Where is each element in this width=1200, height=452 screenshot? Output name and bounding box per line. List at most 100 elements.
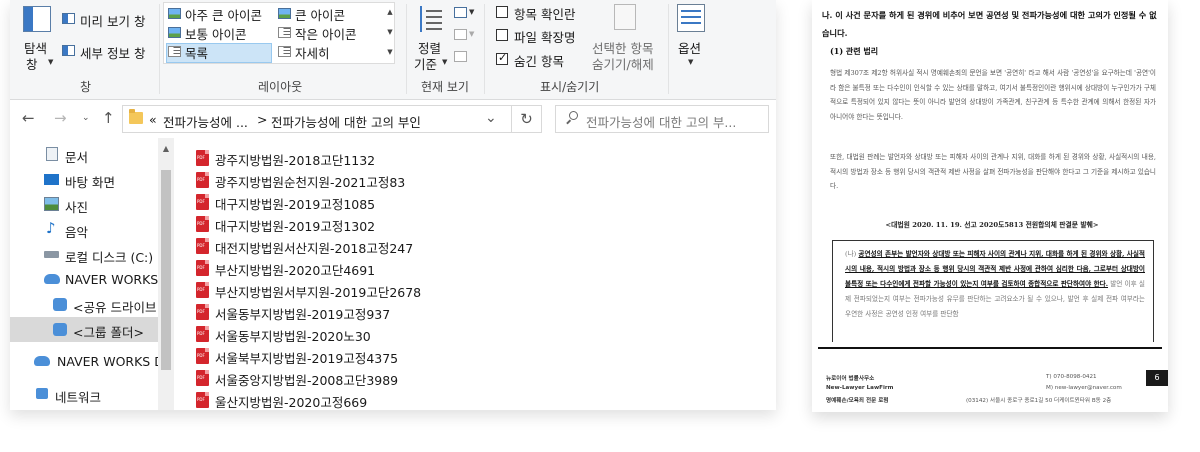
- layout-extra-large-icons[interactable]: 아주 큰 아이콘: [166, 5, 274, 23]
- pdf-file-icon: [196, 150, 209, 166]
- sidebar-item-documents[interactable]: 문서: [10, 142, 158, 167]
- file-item[interactable]: 부산지방법원-2020고단4691: [196, 257, 526, 279]
- search-icon: [566, 111, 580, 125]
- recent-locations-chevron-icon[interactable]: ⌄: [82, 113, 90, 123]
- sidebar-item-desktop[interactable]: 바탕 화면: [10, 167, 158, 192]
- sidebar-item-music[interactable]: ♪ 음악: [10, 217, 158, 242]
- footer-firm-english: New-Lawyer LawFirm: [826, 385, 894, 391]
- pdf-file-icon: [196, 238, 209, 254]
- footer-phone: T) 070-8098-0421: [1046, 374, 1097, 380]
- sidebar-item-label: NAVER WORKS: [65, 272, 158, 287]
- item-checkboxes-checkbox[interactable]: [496, 6, 508, 18]
- file-item[interactable]: 부산지방법원서부지원-2019고단2678: [196, 279, 526, 301]
- sidebar-item-network[interactable]: 네트워크: [10, 382, 158, 407]
- size-columns-icon: [454, 51, 467, 62]
- layout-small-icons[interactable]: 작은 아이콘: [276, 24, 384, 42]
- pdf-file-icon: [196, 216, 209, 232]
- music-note-icon: ♪: [46, 219, 56, 237]
- hide-selected-button[interactable]: 선택한 항목 숨기기/해제: [586, 4, 670, 74]
- layout-item-label: 작은 아이콘: [295, 27, 357, 42]
- desktop-icon: [44, 174, 59, 185]
- group-by-icon: [454, 7, 467, 18]
- layout-details[interactable]: 자세히: [276, 43, 384, 61]
- preview-pane-icon: [62, 13, 75, 24]
- sidebar-item-naver-works[interactable]: NAVER WORKS: [10, 267, 158, 292]
- file-item[interactable]: 서울동부지방법원-2020노30: [196, 323, 526, 345]
- file-item[interactable]: 광주지방법원-2018고단1132: [196, 147, 526, 169]
- file-item[interactable]: 대구지방법원-2019고정1085: [196, 191, 526, 213]
- file-item[interactable]: 울산지방법원-2020고정669: [196, 389, 526, 410]
- file-item[interactable]: 광주지방법원순천지원-2021고정83: [196, 169, 526, 191]
- cloud-icon: [44, 274, 60, 284]
- options-button[interactable]: 옵션 ▼: [672, 2, 712, 74]
- group-by-button[interactable]: ▼: [452, 4, 478, 22]
- sidebar-item-pictures[interactable]: 사진: [10, 192, 158, 217]
- file-item[interactable]: 서울동부지방법원-2019고정937: [196, 301, 526, 323]
- file-name: 광주지방법원-2018고단1132: [215, 153, 376, 168]
- navigation-pane-button[interactable]: 탐색 창 ▼: [18, 2, 58, 72]
- layout-item-label: 목록: [185, 46, 209, 61]
- breadcrumb-separator[interactable]: >: [257, 112, 267, 127]
- hide-selected-icon: [614, 4, 636, 30]
- navigation-bar: ← → ⌄ ↑ « 전파가능성에 ... > 전파가능성에 대한 고의 부인 ⌄…: [10, 101, 776, 137]
- pdf-file-icon: [196, 348, 209, 364]
- document-icon: [46, 147, 58, 161]
- scrollbar-thumb[interactable]: [161, 170, 171, 370]
- chevron-up-icon[interactable]: ▲: [385, 2, 395, 22]
- navigation-pane: 문서 바탕 화면 사진 ♪ 음악 로컬 디스크 (C:) NAVER WORKS…: [10, 138, 174, 410]
- chevron-down-icon: ▼: [469, 8, 475, 16]
- item-checkboxes-toggle[interactable]: 항목 확인란: [494, 4, 594, 22]
- hidden-items-toggle[interactable]: 숨긴 항목: [494, 51, 594, 69]
- search-box[interactable]: 전파가능성에 대한 고의 부...: [555, 105, 769, 133]
- chevron-down-icon[interactable]: ▼: [385, 22, 395, 42]
- file-extensions-checkbox[interactable]: [496, 29, 508, 41]
- refresh-icon[interactable]: ↻: [512, 105, 542, 133]
- layout-medium-icons[interactable]: 보통 아이콘: [166, 24, 274, 42]
- file-item[interactable]: 서울중앙지방법원-2008고단3989: [196, 367, 526, 389]
- sidebar-item-group-folder[interactable]: <그룹 폴더>: [10, 317, 158, 342]
- large-icons-icon: [278, 8, 291, 19]
- file-name: 서울동부지방법원-2019고정937: [215, 307, 391, 322]
- page-number: 6: [1146, 370, 1168, 386]
- back-arrow-icon[interactable]: ←: [22, 109, 35, 127]
- sidebar-item-shared-drive[interactable]: <공유 드라이브: [10, 292, 158, 317]
- sidebar-scrollbar[interactable]: ▲: [158, 138, 174, 410]
- up-arrow-icon[interactable]: ↑: [102, 109, 115, 127]
- navigation-pane-icon: [23, 6, 51, 32]
- address-bar[interactable]: « 전파가능성에 ... > 전파가능성에 대한 고의 부인 ⌄: [122, 105, 512, 133]
- file-item[interactable]: 서울북부지방법원-2019고정4375: [196, 345, 526, 367]
- breadcrumb-parent[interactable]: 전파가능성에 ...: [163, 112, 248, 131]
- breadcrumb-current[interactable]: 전파가능성에 대한 고의 부인: [271, 112, 421, 131]
- file-name: 광주지방법원순천지원-2021고정83: [215, 175, 406, 190]
- sort-label-2: 기준: [414, 57, 438, 72]
- preview-pane-button[interactable]: 미리 보기 창: [60, 10, 156, 30]
- hide-selected-label-2: 숨기기/해제: [592, 57, 654, 72]
- sort-icon: [416, 4, 446, 34]
- ribbon-divider: [159, 4, 160, 94]
- hidden-items-checkbox[interactable]: [496, 51, 508, 65]
- sidebar-item-local-disk[interactable]: 로컬 디스크 (C:): [10, 242, 158, 267]
- expand-gallery-icon[interactable]: ▼: [385, 42, 395, 62]
- layout-list[interactable]: 목록: [166, 43, 274, 61]
- pane-group-label: 창: [80, 80, 92, 94]
- size-columns-button[interactable]: [452, 48, 478, 66]
- scroll-up-icon[interactable]: ▲: [158, 144, 174, 153]
- layout-large-icons[interactable]: 큰 아이콘: [276, 5, 384, 23]
- file-extensions-toggle[interactable]: 파일 확장명: [494, 27, 594, 45]
- quote-prefix: (나): [845, 250, 859, 258]
- file-name: 부산지방법원-2020고단4691: [215, 263, 376, 278]
- sidebar-item-naver-works-drive[interactable]: NAVER WORKS D: [10, 349, 158, 374]
- add-columns-button[interactable]: ▼: [452, 26, 478, 44]
- forward-arrow-icon[interactable]: →: [54, 109, 67, 127]
- breadcrumb-overflow[interactable]: «: [149, 112, 157, 127]
- layout-gallery-scroll[interactable]: ▲ ▼ ▼: [385, 2, 395, 64]
- file-item[interactable]: 대전지방법원서산지원-2018고정247: [196, 235, 526, 257]
- sort-by-button[interactable]: 정렬 기준 ▼: [412, 2, 450, 74]
- address-dropdown-chevron-icon[interactable]: ⌄: [485, 110, 497, 126]
- paragraph-1: 형법 제307조 제2항 허위사실 적시 명예훼손죄의 문언을 보면 '공연히'…: [830, 69, 1156, 121]
- file-name: 울산지방법원-2020고정669: [215, 395, 368, 410]
- chevron-down-icon: ▼: [48, 58, 54, 66]
- add-columns-icon: [454, 29, 467, 40]
- file-item[interactable]: 대구지방법원-2019고정1302: [196, 213, 526, 235]
- details-pane-button[interactable]: 세부 정보 창: [60, 42, 156, 62]
